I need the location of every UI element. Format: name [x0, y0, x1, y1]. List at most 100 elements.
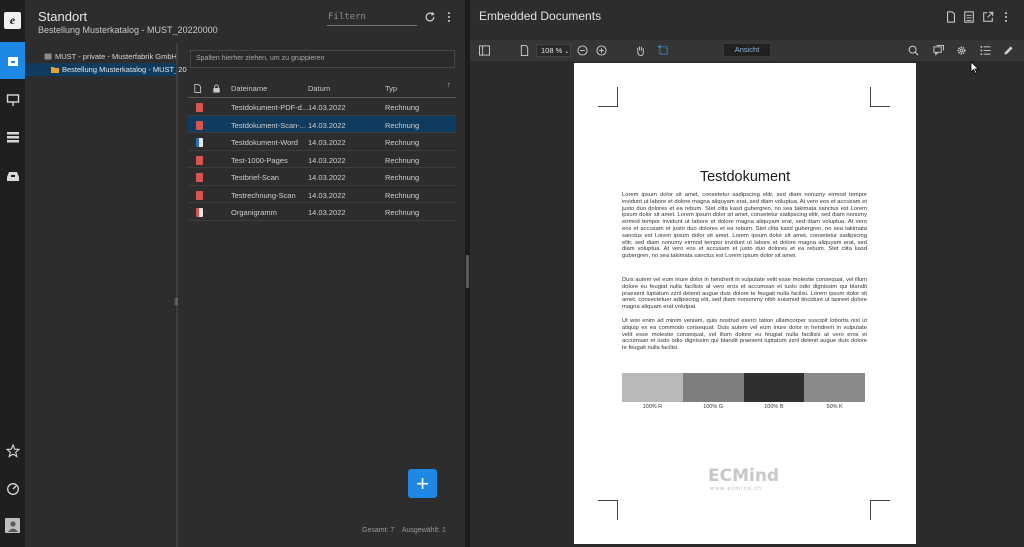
nav-rail: e [0, 0, 25, 547]
star-icon[interactable] [5, 443, 20, 458]
cell-filename: Test-1000-Pages [231, 155, 288, 165]
column-dateiname[interactable]: Dateiname [231, 84, 267, 93]
pdf-file-icon [196, 120, 203, 130]
stack-icon[interactable] [5, 129, 20, 144]
splitter-grip[interactable]: ||| [174, 297, 178, 306]
cell-type: Rechnung [385, 138, 420, 147]
table-row[interactable]: Testdokument-Scan-... 14.03.2022 Rechnung [188, 115, 456, 133]
zoom-value: 108 % [541, 46, 563, 55]
refresh-icon[interactable] [423, 10, 437, 24]
gauge-icon[interactable] [5, 481, 20, 496]
user-icon[interactable] [5, 518, 20, 533]
group-by-drop-zone[interactable]: Spalten hierher ziehen, um zu gruppieren [190, 50, 455, 68]
filter-input[interactable] [327, 9, 417, 26]
pen-icon[interactable] [1002, 44, 1015, 57]
app-logo[interactable]: e [4, 12, 21, 29]
panel-subtitle: Bestellung Musterkatalog - MUST_20220000 [38, 25, 218, 35]
column-typ[interactable]: Typ [385, 84, 397, 93]
tree-splitter[interactable] [176, 43, 178, 547]
zoom-select[interactable]: 108 % ⌄ [536, 44, 571, 57]
presentation-icon[interactable] [5, 92, 20, 107]
search-icon[interactable] [907, 44, 920, 57]
color-patch-r [622, 373, 683, 402]
settings-gear-icon[interactable] [955, 44, 968, 57]
sort-arrow-icon[interactable]: ↑ [447, 80, 451, 89]
color-patch-g [682, 373, 744, 402]
cell-filename: Testbrief-Scan [231, 173, 279, 182]
pdf-file-icon [196, 155, 203, 165]
tree-item-company[interactable]: MUST - private - Musterfabrik GmbH [25, 50, 177, 63]
presentation-file-icon [196, 208, 203, 217]
viewer-title: Embedded Documents [479, 9, 602, 23]
folder-icon [51, 64, 59, 73]
lock-column-icon[interactable] [212, 84, 221, 95]
logo-text: ECMind [708, 466, 780, 486]
zoom-in-icon[interactable] [595, 44, 608, 57]
cell-type: Rechnung [385, 190, 420, 200]
documents-table: Dateiname Datum Typ ↑ Testdokument-PDF-d… [188, 79, 456, 221]
location-tree: MUST - private - Musterfabrik GmbH Beste… [25, 50, 187, 76]
cell-date: 14.03.2022 [308, 155, 346, 165]
page-fit-icon[interactable] [518, 44, 531, 57]
color-label: 50% K [826, 404, 843, 410]
mouse-cursor-icon [970, 61, 980, 74]
location-panel: Standort Bestellung Musterkatalog - MUST… [25, 0, 465, 547]
app-window: e Standort Bestellung Musterkatalog - MU… [0, 0, 1024, 547]
document-paragraph: Lorem ipsum dolor sit amet, consetetur s… [622, 192, 867, 260]
table-header: Dateiname Datum Typ ↑ [188, 79, 456, 98]
color-label: 100% R [642, 404, 663, 410]
details-icon[interactable] [962, 10, 976, 24]
color-patch-b [743, 373, 805, 402]
table-row[interactable]: Testdokument-Word 14.03.2022 Rechnung [188, 133, 456, 151]
document-logo: ECMind www.ecmind.ch [708, 466, 779, 492]
viewer-toolbar: 108 % ⌄ Ansicht [470, 40, 1024, 61]
column-datum[interactable]: Datum [308, 84, 330, 93]
zoom-out-icon[interactable] [576, 44, 589, 57]
cell-type: Rechnung [385, 155, 420, 165]
open-external-icon[interactable] [981, 10, 995, 24]
pdf-file-icon [196, 190, 203, 200]
cell-filename: Testdokument-PDF-d... [231, 103, 309, 112]
more-vertical-icon[interactable] [442, 10, 456, 24]
cell-type: Rechnung [385, 120, 420, 130]
tree-item-label: Bestellung Musterkatalog - MUST_20 [62, 65, 187, 74]
table-row[interactable]: Test-1000-Pages 14.03.2022 Rechnung [188, 151, 456, 168]
document-canvas[interactable]: Testdokument Lorem ipsum dolor sit amet,… [470, 61, 1024, 547]
cell-type: Rechnung [385, 173, 420, 182]
building-icon [44, 51, 52, 60]
color-label: 100% B [764, 404, 784, 410]
cell-filename: Organigramm [231, 208, 277, 217]
crop-mark [598, 500, 618, 520]
tree-item-order[interactable]: Bestellung Musterkatalog - MUST_20 [25, 63, 187, 76]
more-vertical-icon[interactable] [999, 10, 1013, 24]
table-row[interactable]: Organigramm 14.03.2022 Rechnung [188, 203, 456, 221]
cell-date: 14.03.2022 [308, 190, 346, 200]
cell-date: 14.03.2022 [308, 120, 346, 130]
crop-mark [598, 87, 618, 107]
cell-date: 14.03.2022 [308, 208, 346, 217]
home-icon[interactable] [5, 53, 20, 68]
chevron-down-icon: ⌄ [564, 49, 570, 55]
list-icon[interactable] [979, 44, 992, 57]
pan-hand-icon[interactable] [634, 44, 647, 57]
logo-url: www.ecmind.ch [710, 486, 763, 492]
embedded-documents-panel: Embedded Documents 108 % ⌄ Ansicht Testd… [470, 0, 1024, 547]
file-type-column-icon[interactable] [193, 84, 202, 95]
divider-handle[interactable] [466, 255, 469, 288]
select-area-icon[interactable] [657, 44, 670, 57]
document-title: Testdokument [699, 169, 791, 185]
crop-mark [870, 87, 890, 107]
table-row[interactable]: Testdokument-PDF-d... 14.03.2022 Rechnung [188, 98, 456, 116]
view-mode-button[interactable]: Ansicht [723, 43, 771, 57]
table-row[interactable]: Testrechnung-Scan 14.03.2022 Rechnung [188, 186, 456, 203]
table-row[interactable]: Testbrief-Scan 14.03.2022 Rechnung [188, 168, 456, 186]
color-test-strip [622, 373, 865, 402]
cell-date: 14.03.2022 [308, 173, 346, 182]
sidebar-toggle-icon[interactable] [478, 44, 491, 57]
inbox-icon[interactable] [5, 168, 20, 183]
comments-icon[interactable] [932, 44, 945, 57]
cell-date: 14.03.2022 [308, 138, 346, 147]
color-patch-k [804, 373, 865, 402]
add-document-button[interactable]: + [408, 469, 437, 498]
document-icon[interactable] [944, 10, 958, 24]
